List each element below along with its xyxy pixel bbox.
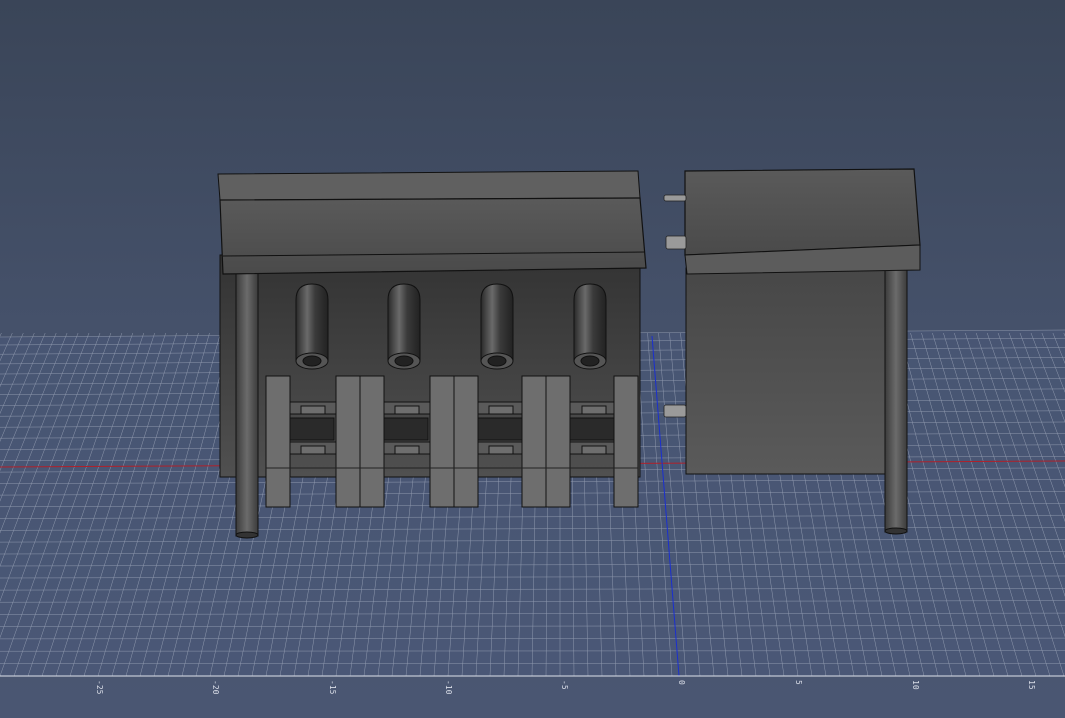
tube-3 <box>480 283 514 370</box>
grid-ruler: -25 -20 -15 -10 -5 0 5 10 15 <box>95 680 1036 695</box>
ruler-tick-label: -25 <box>95 680 104 695</box>
grille-post-1 <box>265 375 291 508</box>
ruler-tick-label: 15 <box>1027 680 1036 690</box>
main-roof <box>217 170 647 275</box>
side-right-leg <box>884 267 908 533</box>
ruler-tick-label: -5 <box>560 680 569 690</box>
tube-1 <box>295 283 329 370</box>
ruler-tick-label: -20 <box>211 680 220 695</box>
pin-1 <box>663 194 687 202</box>
side-body <box>685 267 901 475</box>
pin-3 <box>663 404 687 418</box>
ruler-tick-label: -10 <box>444 680 453 695</box>
ruler-tick-label: 5 <box>794 680 803 685</box>
tube-2 <box>387 283 421 370</box>
ruler-tick-label: 0 <box>677 680 686 685</box>
ruler-tick-label: 10 <box>911 680 920 690</box>
pin-2 <box>665 235 687 250</box>
viewport-canvas[interactable]: -25 -20 -15 -10 -5 0 5 10 15 <box>0 0 1065 718</box>
main-left-leg <box>235 267 259 537</box>
ruler-tick-label: -15 <box>328 680 337 695</box>
grille-post-5 <box>613 375 639 508</box>
tube-4 <box>573 283 607 370</box>
side-roof <box>684 168 921 275</box>
3d-viewport[interactable]: -25 -20 -15 -10 -5 0 5 10 15 <box>0 0 1065 718</box>
